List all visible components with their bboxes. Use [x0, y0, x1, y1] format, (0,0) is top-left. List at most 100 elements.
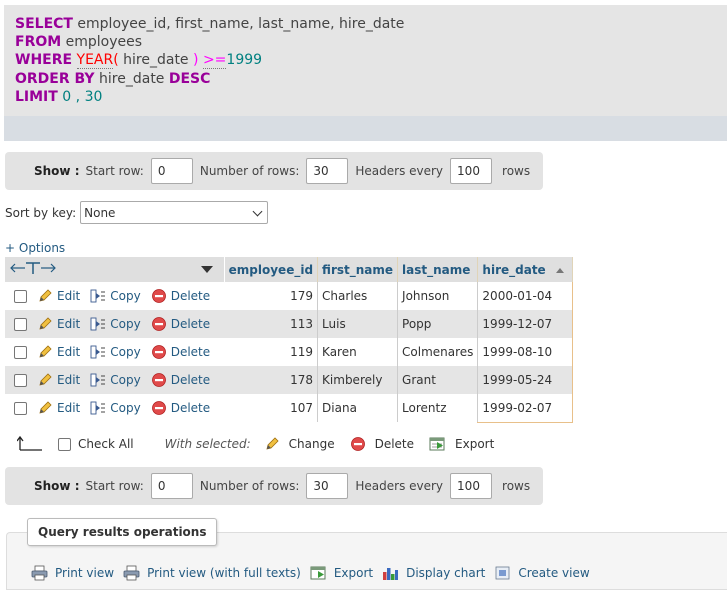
table-row[interactable]: Edit Copy Delete 119 Karen Colmenares 1999-08-… [5, 338, 574, 366]
rows-label: rows [502, 164, 531, 178]
cell-last-name[interactable]: Johnson [397, 282, 478, 310]
copy-icon [90, 345, 106, 359]
export-label: Export [455, 437, 495, 451]
copy-row-link[interactable]: Copy [90, 288, 141, 304]
sql-keyword: LIMIT [15, 88, 58, 105]
edit-row-link[interactable]: Edit [37, 400, 80, 416]
sql-function-link[interactable]: YEAR [76, 52, 114, 70]
check-all-label[interactable]: Check All [78, 437, 134, 451]
cell-last-name[interactable]: Grant [397, 366, 478, 394]
show-label: Show : [34, 164, 80, 178]
expand-columns-icon[interactable] [9, 260, 57, 276]
copy-row-link[interactable]: Copy [90, 316, 141, 332]
cell-last-name[interactable]: Lorentz [397, 394, 478, 422]
cell-hire-date[interactable]: 1999-08-10 [477, 338, 574, 366]
cell-first-name[interactable]: Diana [317, 394, 398, 422]
sort-by-key-value: None [84, 205, 116, 220]
sql-paren: ( [113, 52, 124, 69]
print-view-label: Print view [55, 566, 115, 580]
check-all-checkbox[interactable] [58, 437, 71, 451]
view-icon [495, 566, 510, 580]
table-row[interactable]: Edit Copy Delete 178 Kimberely Grant 1999-05-2… [5, 366, 574, 394]
row-checkbox[interactable] [14, 317, 27, 331]
export-label: Export [333, 566, 374, 580]
cell-last-name[interactable]: Popp [397, 310, 478, 338]
query-results-operations-links: Print view Print view (with full texts) … [31, 565, 599, 581]
edit-row-link[interactable]: Edit [37, 372, 80, 388]
number-of-rows-input[interactable] [306, 473, 349, 499]
edit-row-link[interactable]: Edit [37, 288, 80, 304]
delete-icon [151, 345, 166, 359]
export-selected-button[interactable]: Export [429, 436, 494, 452]
change-selected-button[interactable]: Change [264, 436, 335, 452]
rows-label: rows [502, 479, 531, 493]
cell-employee-id[interactable]: 178 [224, 366, 318, 394]
export-link[interactable]: Export [310, 565, 373, 581]
table-row[interactable]: Edit Copy Delete 179 Charles Johnson 2000-01-0… [5, 282, 574, 310]
create-view-link[interactable]: Create view [494, 565, 590, 581]
column-header-employee-id[interactable]: employee_id [224, 257, 319, 282]
sql-keyword: FROM [15, 34, 62, 51]
cell-hire-date[interactable]: 1999-02-07 [477, 394, 574, 423]
row-checkbox[interactable] [14, 373, 27, 387]
cell-first-name[interactable]: Luis [317, 310, 398, 338]
delete-label: Delete [170, 401, 211, 415]
cell-employee-id[interactable]: 119 [224, 338, 318, 366]
export-icon [310, 566, 326, 580]
row-checkbox[interactable] [14, 345, 27, 359]
sort-by-key-select[interactable]: None [80, 201, 269, 224]
cell-employee-id[interactable]: 107 [224, 394, 318, 422]
display-chart-link[interactable]: Display chart [382, 565, 485, 581]
cell-first-name[interactable]: Charles [317, 282, 398, 310]
delete-selected-button[interactable]: Delete [350, 436, 414, 452]
change-label: Change [288, 437, 335, 451]
options-link[interactable]: + Options [5, 241, 65, 255]
number-of-rows-input[interactable] [306, 158, 349, 184]
sql-operator: >= [202, 52, 227, 70]
cell-hire-date[interactable]: 1999-12-07 [477, 310, 574, 338]
cell-employee-id[interactable]: 113 [224, 310, 318, 338]
cell-hire-date[interactable]: 2000-01-04 [477, 282, 574, 310]
cell-employee-id[interactable]: 179 [224, 282, 318, 310]
start-row-input[interactable] [150, 158, 193, 184]
table-row[interactable]: Edit Copy Delete 107 Diana Lorentz 1999-02-07 [5, 394, 574, 423]
edit-row-link[interactable]: Edit [37, 316, 80, 332]
cell-first-name[interactable]: Karen [317, 338, 398, 366]
navigation-bar-top: Show : Start row: Number of rows: Header… [5, 152, 543, 190]
sql-paren: ) [188, 52, 199, 69]
column-header-last-name[interactable]: last_name [397, 257, 479, 282]
column-controls-header [5, 257, 225, 282]
copy-row-link[interactable]: Copy [90, 372, 141, 388]
copy-row-link[interactable]: Copy [90, 344, 141, 360]
sql-number: 30 [84, 88, 103, 105]
cell-first-name[interactable]: Kimberely [317, 366, 398, 394]
delete-row-link[interactable]: Delete [151, 344, 210, 360]
cell-last-name[interactable]: Colmenares [397, 338, 478, 366]
cell-hire-date[interactable]: 1999-05-24 [477, 366, 574, 394]
copy-label: Copy [110, 289, 141, 303]
chevron-down-icon [252, 206, 263, 216]
print-view-full-link[interactable]: Print view (with full texts) [123, 565, 301, 581]
bar-chart-icon [383, 568, 399, 580]
number-of-rows-label: Number of rows: [199, 479, 300, 493]
edit-row-link[interactable]: Edit [37, 344, 80, 360]
column-dropdown-icon[interactable] [200, 266, 213, 273]
pencil-icon [39, 289, 52, 302]
delete-row-link[interactable]: Delete [151, 400, 210, 416]
row-checkbox[interactable] [14, 289, 27, 303]
headers-every-input[interactable] [450, 473, 493, 499]
column-header-first-name[interactable]: first_name [317, 257, 399, 282]
print-view-link[interactable]: Print view [31, 565, 114, 581]
delete-row-link[interactable]: Delete [151, 316, 210, 332]
table-row[interactable]: Edit Copy Delete 113 Luis Popp 1999-12-07 [5, 310, 574, 338]
sql-query-text: SELECT employee_id, first_name, last_nam… [15, 15, 404, 106]
sql-number: 1999 [226, 52, 263, 69]
column-header-hire-date[interactable]: hire_date [477, 257, 574, 282]
pencil-icon [39, 345, 52, 358]
delete-row-link[interactable]: Delete [151, 372, 210, 388]
row-checkbox[interactable] [14, 401, 27, 415]
start-row-input[interactable] [150, 473, 193, 499]
headers-every-input[interactable] [450, 158, 493, 184]
copy-row-link[interactable]: Copy [90, 400, 141, 416]
delete-row-link[interactable]: Delete [151, 288, 210, 304]
